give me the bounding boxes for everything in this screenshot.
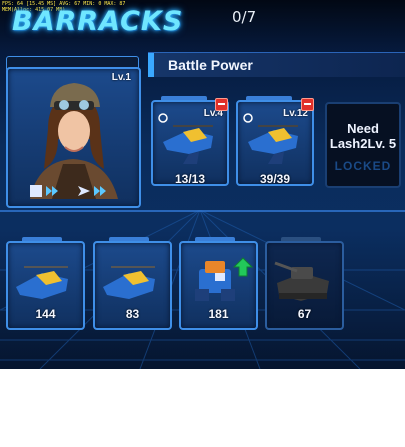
locked-requirement: Need Lash2Lv. 5 bbox=[329, 121, 397, 151]
unit-count: 0/7 bbox=[232, 8, 257, 26]
upgrade-arrow-icon bbox=[233, 257, 253, 277]
gunship-icon bbox=[16, 266, 68, 299]
unit-count: 83 bbox=[125, 307, 140, 321]
remove-icon[interactable] bbox=[301, 98, 314, 111]
deploy-slot[interactable]: Lv.4 13/13 bbox=[151, 100, 229, 186]
battle-power-accent bbox=[148, 53, 154, 77]
tank-icon bbox=[274, 261, 329, 301]
battle-power-bar: Battle Power bbox=[148, 52, 405, 77]
unit-card[interactable]: 67 bbox=[265, 241, 344, 330]
game-screen: FPS: 64 [15.45 MS] AVG: 67 MIN: 0 MAX: 8… bbox=[0, 0, 405, 369]
locked-slot[interactable]: Need Lash2Lv. 5 LOCKED bbox=[325, 102, 401, 188]
battle-power-label: Battle Power bbox=[168, 57, 253, 73]
locked-label: LOCKED bbox=[334, 159, 392, 173]
unit-count: 67 bbox=[297, 307, 312, 321]
unit-card[interactable]: 181 bbox=[179, 241, 258, 330]
commander-card[interactable]: Lv.1 bbox=[6, 67, 141, 208]
mech-icon bbox=[195, 261, 235, 301]
section-divider bbox=[0, 210, 405, 212]
commander-skill-row bbox=[30, 185, 106, 197]
page-title: BARRACKS bbox=[12, 6, 184, 37]
unit-card[interactable]: 144 bbox=[6, 241, 85, 330]
unit-card[interactable]: 83 bbox=[93, 241, 172, 330]
slot-count: 39/39 bbox=[259, 172, 291, 186]
remove-icon[interactable] bbox=[215, 98, 228, 111]
unit-count: 181 bbox=[208, 307, 229, 321]
unit-count: 144 bbox=[35, 307, 56, 321]
slot-count: 13/13 bbox=[174, 172, 206, 186]
deploy-slot[interactable]: Lv.12 39/39 bbox=[236, 100, 314, 186]
gunship-icon bbox=[103, 266, 155, 299]
